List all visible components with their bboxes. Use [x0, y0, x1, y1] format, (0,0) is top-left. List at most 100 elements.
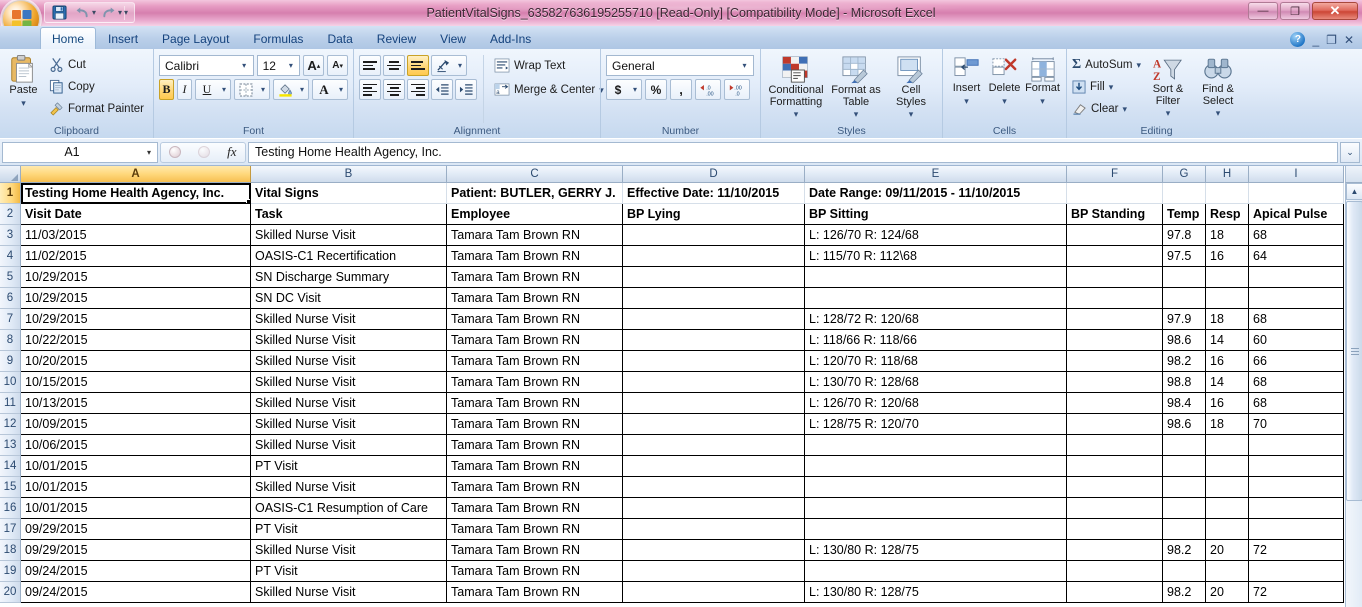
cell-G19[interactable]: [1163, 561, 1206, 582]
cell-C9[interactable]: Tamara Tam Brown RN: [447, 351, 623, 372]
cell-B2[interactable]: Task: [251, 204, 447, 225]
cell-A19[interactable]: 09/24/2015: [21, 561, 251, 582]
cell-G10[interactable]: 98.8: [1163, 372, 1206, 393]
cell-H10[interactable]: 14: [1206, 372, 1249, 393]
cell-G5[interactable]: [1163, 267, 1206, 288]
merge-center-button[interactable]: a Merge & Center: [490, 79, 608, 100]
cell-B3[interactable]: Skilled Nurse Visit: [251, 225, 447, 246]
grow-font-button[interactable]: A ▴: [303, 55, 325, 76]
cell-H3[interactable]: 18: [1206, 225, 1249, 246]
cell-C14[interactable]: Tamara Tam Brown RN: [447, 456, 623, 477]
cell-D13[interactable]: [623, 435, 805, 456]
cell-D17[interactable]: [623, 519, 805, 540]
cell-A16[interactable]: 10/01/2015: [21, 498, 251, 519]
font-size-caret[interactable]: ▾: [284, 61, 297, 70]
cell-E3[interactable]: L: 126/70 R: 124/68: [805, 225, 1067, 246]
cell-I4[interactable]: 64: [1249, 246, 1344, 267]
row-header-16[interactable]: 16: [0, 498, 21, 519]
cell-A2[interactable]: Visit Date: [21, 204, 251, 225]
cell-I12[interactable]: 70: [1249, 414, 1344, 435]
cell-G17[interactable]: [1163, 519, 1206, 540]
cell-H19[interactable]: [1206, 561, 1249, 582]
row-header-6[interactable]: 6: [0, 288, 21, 309]
cell-B1[interactable]: Vital Signs: [251, 183, 447, 204]
cell-I14[interactable]: [1249, 456, 1344, 477]
cell-D6[interactable]: [623, 288, 805, 309]
column-header-c[interactable]: C: [447, 166, 623, 183]
cell-I17[interactable]: [1249, 519, 1344, 540]
currency-button[interactable]: $: [607, 79, 629, 100]
cell-G11[interactable]: 98.4: [1163, 393, 1206, 414]
cell-H7[interactable]: 18: [1206, 309, 1249, 330]
font-family-combo[interactable]: Calibri ▾: [159, 55, 254, 76]
document-minimize-icon[interactable]: _: [1312, 34, 1319, 46]
cell-E5[interactable]: [805, 267, 1067, 288]
row-header-1[interactable]: 1: [0, 183, 21, 204]
number-format-caret[interactable]: ▾: [738, 61, 751, 70]
cell-I10[interactable]: 68: [1249, 372, 1344, 393]
cell-F10[interactable]: [1067, 372, 1163, 393]
format-cells-caret[interactable]: [1040, 96, 1045, 108]
undo-icon[interactable]: [72, 4, 93, 21]
column-header-g[interactable]: G: [1163, 166, 1206, 183]
insert-function-icon[interactable]: fx: [227, 144, 236, 160]
cell-styles-caret[interactable]: [909, 109, 914, 121]
cell-F6[interactable]: [1067, 288, 1163, 309]
cell-C18[interactable]: Tamara Tam Brown RN: [447, 540, 623, 561]
cell-G18[interactable]: 98.2: [1163, 540, 1206, 561]
cell-A17[interactable]: 09/29/2015: [21, 519, 251, 540]
cell-A10[interactable]: 10/15/2015: [21, 372, 251, 393]
autosum-caret[interactable]: [1136, 59, 1141, 71]
cell-F3[interactable]: [1067, 225, 1163, 246]
cell-E6[interactable]: [805, 288, 1067, 309]
cell-I11[interactable]: 68: [1249, 393, 1344, 414]
cell-B12[interactable]: Skilled Nurse Visit: [251, 414, 447, 435]
percent-button[interactable]: %: [645, 79, 667, 100]
orientation-button[interactable]: [432, 55, 454, 76]
decrease-decimal-button[interactable]: .00 .0: [724, 79, 750, 100]
fill-button[interactable]: Fill: [1072, 76, 1141, 97]
column-header-h[interactable]: H: [1206, 166, 1249, 183]
row-header-10[interactable]: 10: [0, 372, 21, 393]
cell-I13[interactable]: [1249, 435, 1344, 456]
delete-cells-caret[interactable]: [1002, 96, 1007, 108]
find-select-button[interactable]: Find & Select: [1195, 54, 1241, 120]
decrease-indent-button[interactable]: [431, 79, 453, 100]
cell-B5[interactable]: SN Discharge Summary: [251, 267, 447, 288]
cell-A18[interactable]: 09/29/2015: [21, 540, 251, 561]
cell-A5[interactable]: 10/29/2015: [21, 267, 251, 288]
cell-G4[interactable]: 97.5: [1163, 246, 1206, 267]
cancel-formula-icon[interactable]: [169, 146, 182, 158]
cell-D5[interactable]: [623, 267, 805, 288]
cell-I8[interactable]: 60: [1249, 330, 1344, 351]
row-header-7[interactable]: 7: [0, 309, 21, 330]
cell-D15[interactable]: [623, 477, 805, 498]
scroll-up-button[interactable]: ▲: [1346, 183, 1362, 200]
conditional-formatting-button[interactable]: Conditional Formatting: [766, 54, 826, 121]
orientation-caret[interactable]: ▾: [454, 61, 466, 70]
cell-H2[interactable]: Resp: [1206, 204, 1249, 225]
cell-B7[interactable]: Skilled Nurse Visit: [251, 309, 447, 330]
cell-G20[interactable]: 98.2: [1163, 582, 1206, 603]
cell-G8[interactable]: 98.6: [1163, 330, 1206, 351]
cell-E2[interactable]: BP Sitting: [805, 204, 1067, 225]
format-as-table-button[interactable]: Format as Table: [828, 54, 884, 121]
cell-H8[interactable]: 14: [1206, 330, 1249, 351]
cell-D8[interactable]: [623, 330, 805, 351]
cut-button[interactable]: Cut: [45, 54, 148, 75]
cell-G14[interactable]: [1163, 456, 1206, 477]
vertical-scrollbar[interactable]: ▲: [1345, 183, 1362, 607]
cell-D9[interactable]: [623, 351, 805, 372]
row-header-9[interactable]: 9: [0, 351, 21, 372]
cell-I20[interactable]: 72: [1249, 582, 1344, 603]
cell-A9[interactable]: 10/20/2015: [21, 351, 251, 372]
cell-G12[interactable]: 98.6: [1163, 414, 1206, 435]
row-header-18[interactable]: 18: [0, 540, 21, 561]
cell-A7[interactable]: 10/29/2015: [21, 309, 251, 330]
row-header-15[interactable]: 15: [0, 477, 21, 498]
column-header-f[interactable]: F: [1067, 166, 1163, 183]
italic-button[interactable]: I: [177, 79, 192, 100]
cell-A15[interactable]: 10/01/2015: [21, 477, 251, 498]
autosum-button[interactable]: Σ AutoSum: [1072, 54, 1141, 75]
cell-C10[interactable]: Tamara Tam Brown RN: [447, 372, 623, 393]
